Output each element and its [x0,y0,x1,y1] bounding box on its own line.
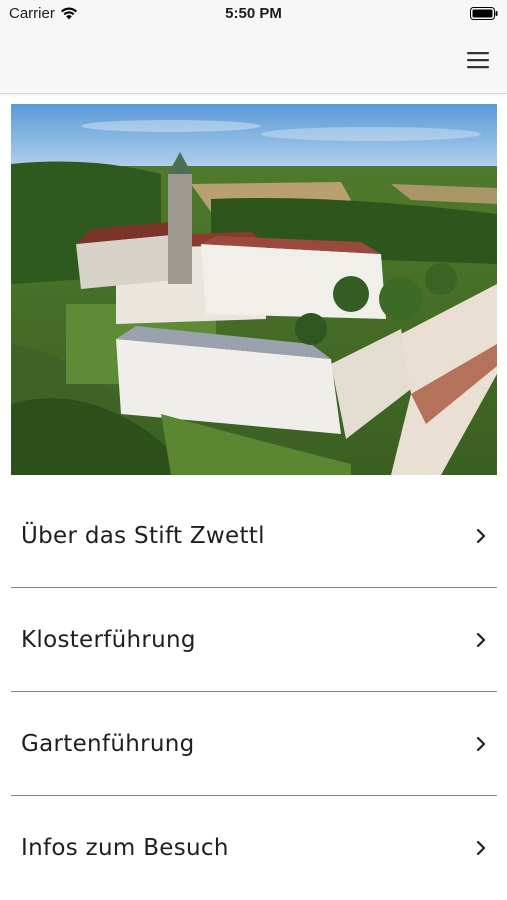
menu-item-monastery-tour[interactable]: Klosterführung [11,588,497,692]
menu-item-label: Über das Stift Zwettl [21,522,265,549]
menu-item-garden-tour[interactable]: Gartenführung [11,692,497,796]
menu-list: Über das Stift Zwettl Klosterführung Gar… [11,484,497,900]
abbey-aerial-photo [11,104,497,475]
menu-item-about[interactable]: Über das Stift Zwettl [11,484,497,588]
chevron-right-icon [476,632,486,647]
menu-item-visit-info[interactable]: Infos zum Besuch [11,796,497,900]
hamburger-menu-icon[interactable] [466,50,490,70]
status-time: 5:50 PM [225,5,282,22]
battery-icon [470,7,498,20]
menu-item-label: Infos zum Besuch [21,835,229,861]
chevron-right-icon [476,736,486,751]
chevron-right-icon [476,528,486,543]
navigation-bar [0,28,507,94]
chevron-right-icon [476,840,486,856]
menu-item-label: Klosterführung [21,626,196,653]
status-bar: Carrier 5:50 PM [0,0,507,28]
menu-item-label: Gartenführung [21,730,195,757]
